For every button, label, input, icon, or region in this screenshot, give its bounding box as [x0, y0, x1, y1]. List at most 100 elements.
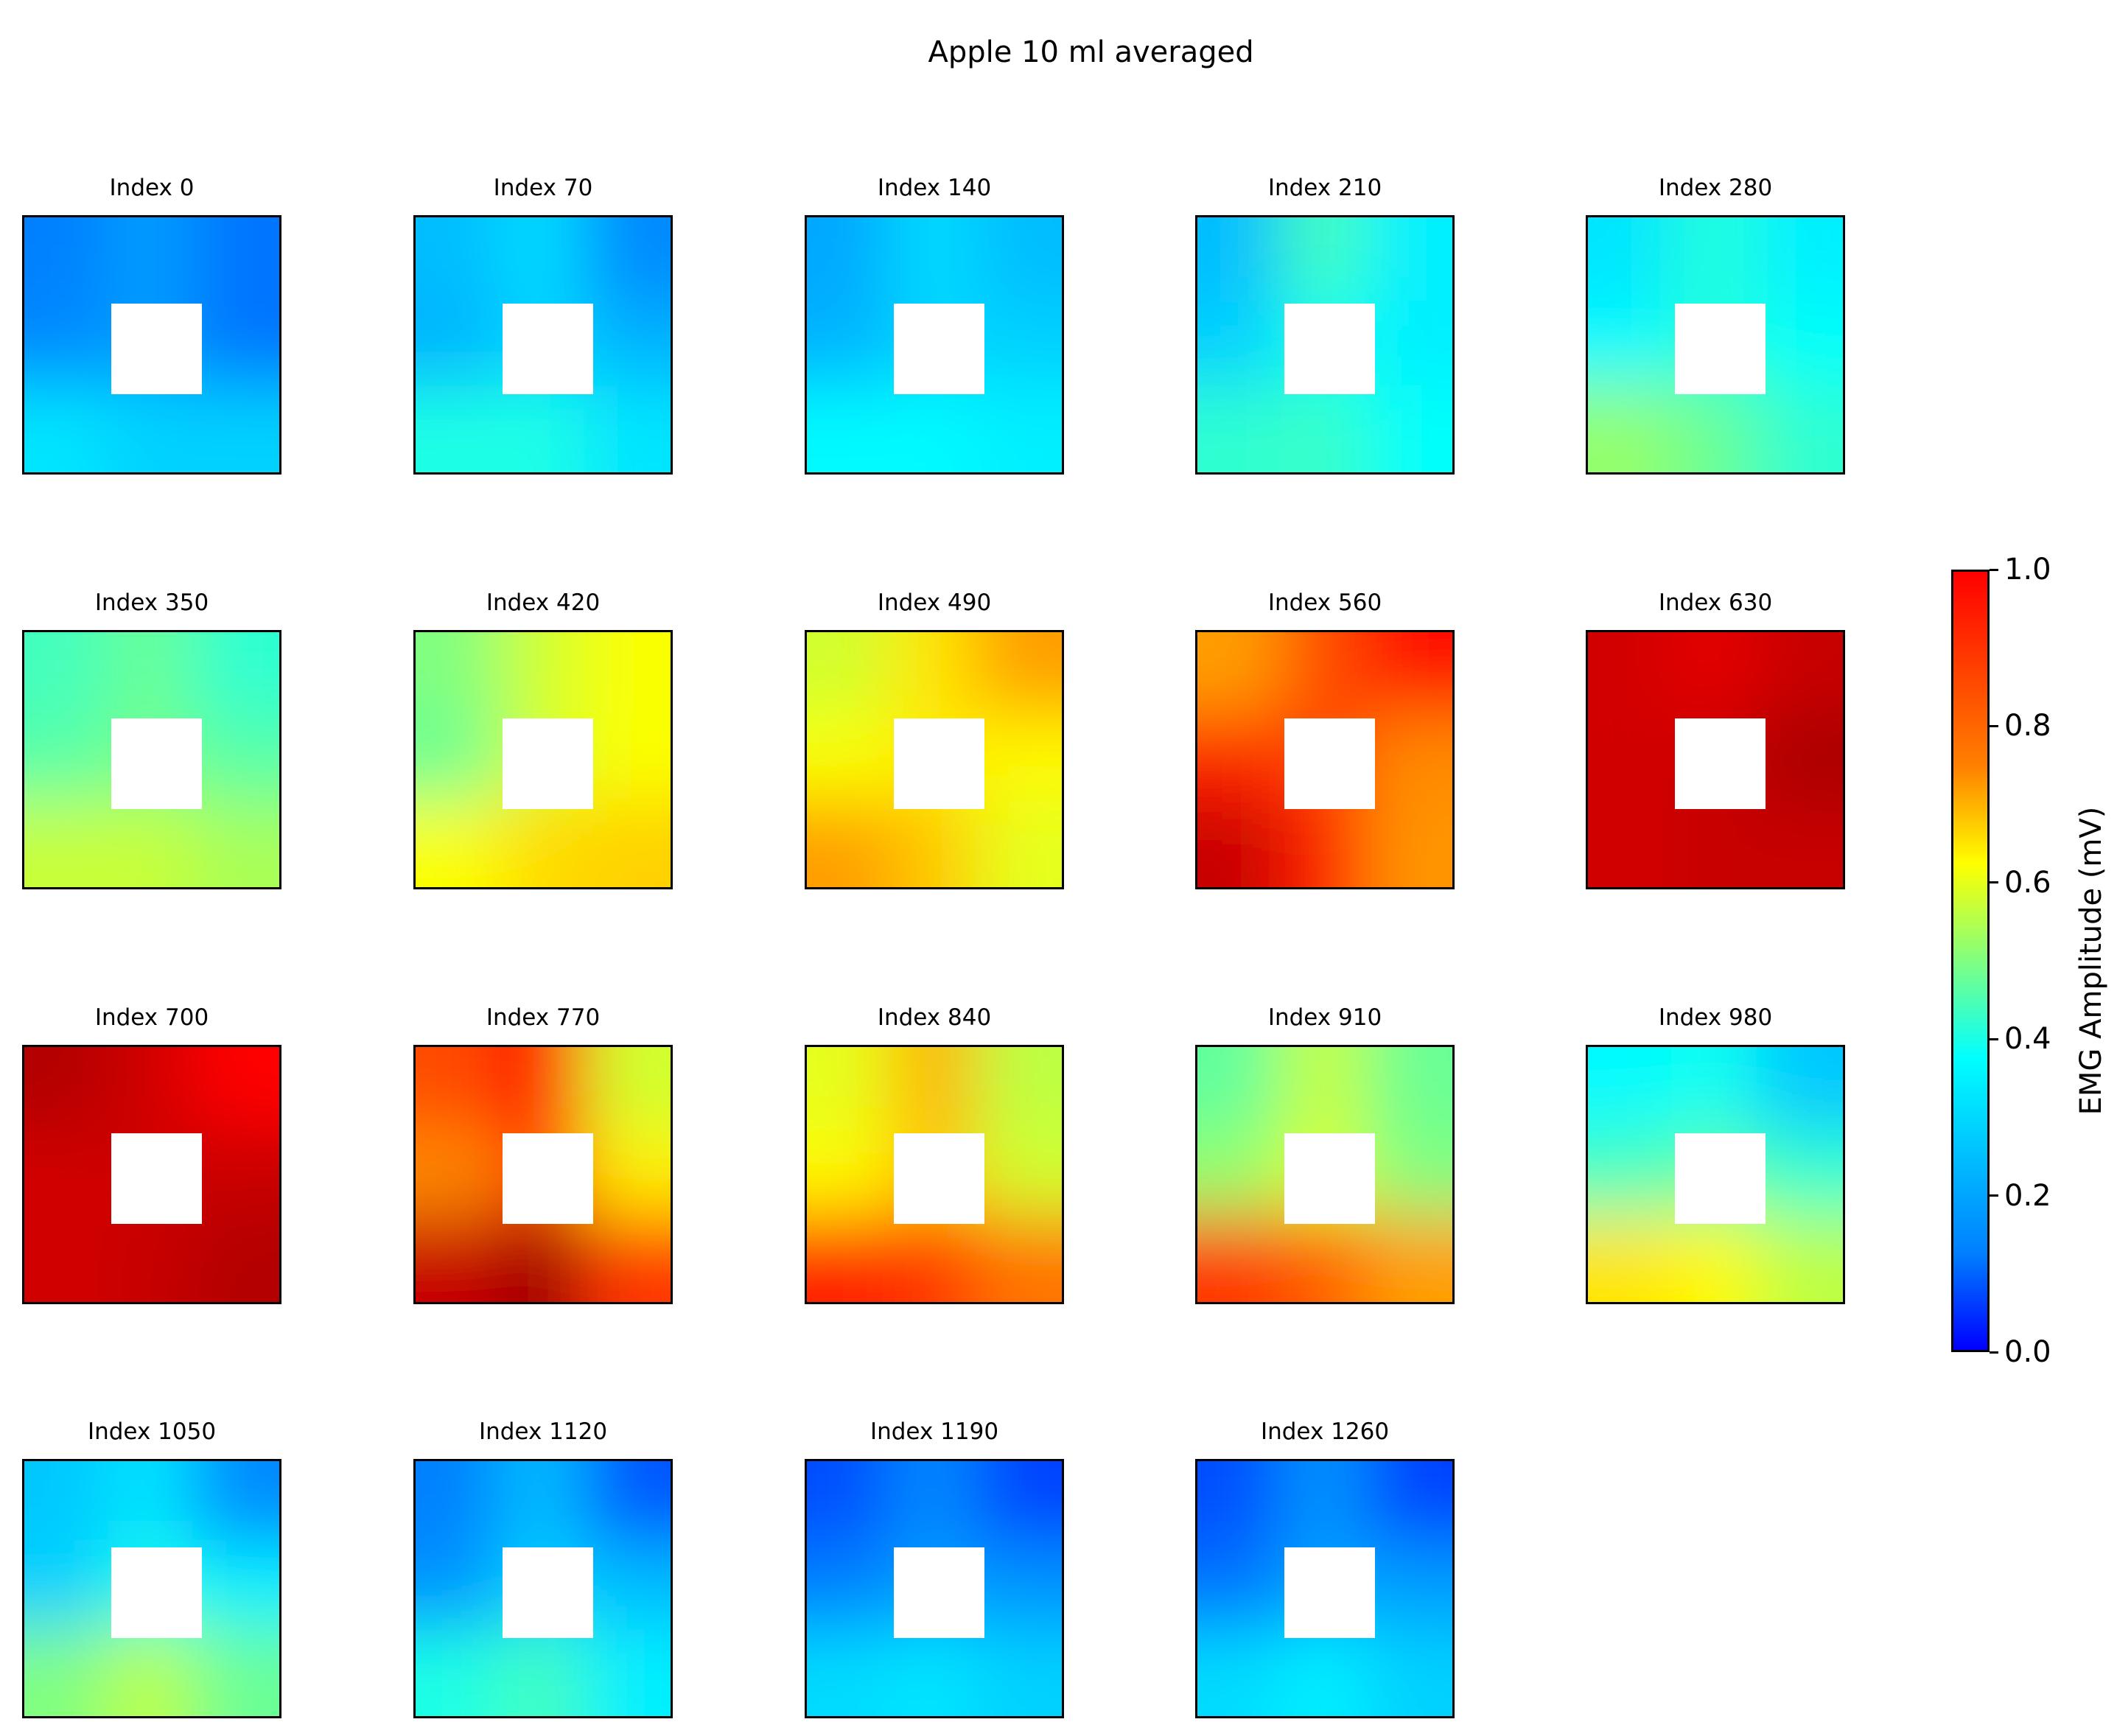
heatmap-cell	[277, 1714, 279, 1716]
center-gap	[894, 1547, 984, 1638]
panel-title: Index 980	[1658, 1004, 1773, 1031]
heatmap-cell	[192, 885, 279, 887]
heatmap-cell	[24, 1714, 111, 1716]
heatmap-map	[1195, 215, 1455, 475]
panel-title: Index 350	[94, 589, 209, 616]
heatmap-cell	[807, 1130, 894, 1219]
heatmap-cell	[1588, 385, 1675, 472]
heatmap-cell	[1671, 470, 1760, 472]
heatmap-cell	[1756, 1047, 1843, 1134]
heatmap-cell	[807, 385, 894, 472]
heatmap-cell	[416, 1130, 503, 1219]
panel-title: Index 280	[1658, 175, 1773, 201]
heatmap-cell	[1060, 1544, 1062, 1633]
colorbar-tick-label: 0.8	[2004, 709, 2051, 743]
heatmap-cell	[1281, 470, 1369, 472]
colorbar-tick	[1990, 1037, 1998, 1040]
heatmap-cell	[24, 1461, 111, 1548]
center-gap	[1675, 1133, 1766, 1224]
heatmap-map	[1586, 215, 1845, 475]
heatmap-cell	[24, 800, 111, 887]
heatmap-cell	[1841, 1047, 1843, 1134]
heatmap-cell	[1197, 1461, 1284, 1548]
heatmap-cell	[277, 1215, 279, 1302]
heatmap-map	[22, 630, 281, 889]
heatmap-cell	[1450, 301, 1452, 389]
heatmap-cell	[1671, 885, 1760, 887]
heatmap-cell	[192, 1215, 279, 1302]
heatmap-cell	[1365, 301, 1452, 389]
heatmap-cell	[975, 800, 1062, 887]
heatmap-cell	[1197, 1047, 1284, 1134]
panel-title: Index 1120	[478, 1418, 608, 1445]
heatmap-cell	[807, 1047, 894, 1134]
center-gap	[1284, 1547, 1375, 1638]
panel-title: Index 1050	[87, 1418, 217, 1445]
heatmap-cell	[1671, 217, 1760, 304]
heatmap-cell	[277, 1544, 279, 1633]
heatmap-cell	[1281, 632, 1369, 719]
heatmap-cell	[192, 800, 279, 887]
heatmap-cell	[1450, 470, 1452, 472]
panel-title: Index 140	[877, 175, 992, 201]
heatmap-cell	[1060, 1047, 1062, 1134]
heatmap-cell	[1588, 715, 1675, 804]
heatmap-cell	[668, 217, 671, 304]
heatmap-panel: Index 1120	[413, 1418, 673, 1721]
heatmap-cell	[1756, 1215, 1843, 1302]
heatmap-cell	[108, 1629, 196, 1716]
heatmap-cell	[1197, 470, 1284, 472]
heatmap-cell	[24, 385, 111, 472]
heatmap-cell	[277, 1300, 279, 1302]
heatmap-cell	[1365, 885, 1452, 887]
heatmap-cell	[1365, 1544, 1452, 1633]
heatmap-panel: Index 490	[805, 589, 1064, 892]
heatmap-map	[1195, 630, 1455, 889]
heatmap-cell	[1756, 632, 1843, 719]
heatmap-cell	[192, 385, 279, 472]
center-gap	[1284, 718, 1375, 809]
heatmap-map	[1586, 630, 1845, 889]
heatmap-cell	[807, 715, 894, 804]
heatmap-cell	[1365, 1629, 1452, 1716]
heatmap-cell	[499, 470, 587, 472]
heatmap-cell	[1365, 1047, 1452, 1134]
heatmap-cell	[416, 217, 503, 304]
figure: Apple 10 ml averaged Index 0 Index 70 Inde…	[0, 0, 2117, 1736]
heatmap-cell	[668, 1130, 671, 1219]
heatmap-map	[413, 215, 673, 475]
heatmap-cell	[499, 1629, 587, 1716]
heatmap-cell	[192, 1544, 279, 1633]
heatmap-map	[1195, 1459, 1455, 1718]
heatmap-cell	[1756, 217, 1843, 304]
heatmap-cell	[416, 1544, 503, 1633]
heatmap-panel: Index 560	[1195, 589, 1455, 892]
heatmap-cell	[807, 800, 894, 887]
heatmap-cell	[668, 1544, 671, 1633]
heatmap-cell	[1060, 715, 1062, 804]
heatmap-cell	[192, 217, 279, 304]
heatmap-cell	[1588, 1130, 1675, 1219]
heatmap-cell	[1841, 217, 1843, 304]
heatmap-cell	[1841, 1130, 1843, 1219]
heatmap-cell	[1197, 301, 1284, 389]
heatmap-map	[805, 630, 1064, 889]
heatmap-cell	[890, 1047, 979, 1134]
chart-title: Apple 10 ml averaged	[928, 35, 1254, 69]
heatmap-cell	[499, 885, 587, 887]
heatmap-cell	[668, 800, 671, 887]
heatmap-cell	[108, 1714, 196, 1716]
heatmap-cell	[584, 385, 671, 472]
panel-title: Index 1260	[1260, 1418, 1390, 1445]
colorbar-label: EMG Amplitude (mV)	[2074, 806, 2108, 1116]
heatmap-cell	[668, 1300, 671, 1302]
panel-title: Index 560	[1267, 589, 1382, 616]
heatmap-cell	[1671, 800, 1760, 887]
colorbar-tick-label: 1.0	[2004, 553, 2051, 587]
heatmap-cell	[668, 301, 671, 389]
center-gap	[111, 718, 202, 809]
heatmap-cell	[1588, 1300, 1675, 1302]
colorbar	[1951, 570, 1990, 1352]
heatmap-cell	[1756, 385, 1843, 472]
colorbar-tick-label: 0.2	[2004, 1178, 2051, 1213]
